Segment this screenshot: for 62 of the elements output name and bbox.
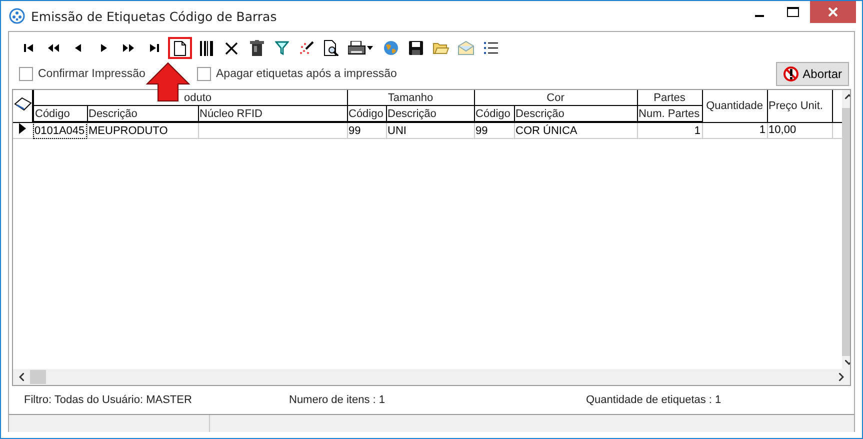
- column-group-header: oduto: [184, 92, 212, 104]
- checkbox[interactable]: [19, 67, 33, 81]
- table-cell: 0101A045: [34, 124, 85, 136]
- app-icon: [9, 8, 25, 24]
- printer-icon: [348, 41, 374, 55]
- new-document-button[interactable]: [168, 37, 192, 59]
- horizontal-scrollbar[interactable]: [13, 369, 850, 385]
- new-document-icon: [174, 40, 186, 56]
- filter-status: Filtro: Todas do Usuário: MASTER: [24, 394, 193, 406]
- table-cell: COR ÚNICA: [516, 124, 578, 136]
- column-header[interactable]: Quantidade: [706, 100, 763, 112]
- table-cell: 10,00: [768, 124, 796, 136]
- window-title: Emissão de Etiquetas Código de Barras: [31, 8, 277, 24]
- labels-count: Quantidade de etiquetas : 1: [586, 394, 722, 406]
- wand-icon: [299, 40, 314, 56]
- save-icon: [408, 41, 422, 55]
- previous-icon: [75, 43, 82, 53]
- column-header[interactable]: Código: [35, 108, 70, 120]
- globe-icon: [382, 40, 398, 56]
- table-cell: MEUPRODUTO: [88, 124, 168, 136]
- column-group-header: Tamanho: [388, 92, 434, 104]
- table-cell: 1: [759, 124, 766, 136]
- rewind-icon: [48, 43, 59, 53]
- column-header[interactable]: Código: [476, 108, 510, 120]
- close-icon: [828, 7, 838, 17]
- scroll-left-icon[interactable]: [19, 373, 24, 381]
- list-icon: [484, 41, 498, 55]
- column-group-header: Cor: [546, 92, 564, 104]
- abort-button[interactable]: Abortar: [776, 62, 849, 86]
- maximize-icon: [787, 7, 799, 17]
- checkbox-label: Apagar etiquetas após a impressão: [216, 68, 397, 80]
- scroll-thumb[interactable]: [30, 370, 46, 384]
- table-cell: 99: [476, 124, 488, 136]
- column-header[interactable]: Código: [348, 108, 384, 120]
- scroll-right-icon[interactable]: [839, 373, 844, 381]
- column-header[interactable]: Preço Unit.: [768, 100, 823, 112]
- trash-icon: [250, 40, 264, 56]
- print-preview-icon: [324, 40, 339, 56]
- close-button[interactable]: [810, 1, 856, 23]
- table-cell: 1: [694, 124, 701, 136]
- column-header[interactable]: Descrição: [516, 108, 564, 120]
- column-header[interactable]: Núcleo RFID: [200, 108, 262, 120]
- checkbox-label: Confirmar Impressão: [38, 68, 146, 80]
- minimize-icon: [754, 15, 764, 17]
- next-icon: [100, 43, 107, 53]
- column-header[interactable]: Descrição: [388, 108, 436, 120]
- table-cell: UNI: [388, 124, 406, 136]
- fast-forward-icon: [123, 43, 134, 53]
- stop-icon: [782, 66, 799, 82]
- checkbox[interactable]: [197, 67, 211, 81]
- last-icon: [148, 43, 158, 53]
- column-header[interactable]: Descrição: [88, 108, 138, 120]
- column-header[interactable]: Num. Partes: [638, 108, 700, 120]
- column-group-header: Partes: [654, 92, 686, 104]
- table-cell: 99: [348, 124, 361, 136]
- delete-icon: [225, 42, 238, 54]
- envelope-icon: [458, 41, 474, 55]
- first-icon: [24, 43, 34, 53]
- barcode-icon: [200, 40, 214, 56]
- filter-icon: [274, 41, 288, 55]
- folder-icon: [432, 42, 448, 54]
- items-count: Numero de itens : 1: [289, 394, 386, 406]
